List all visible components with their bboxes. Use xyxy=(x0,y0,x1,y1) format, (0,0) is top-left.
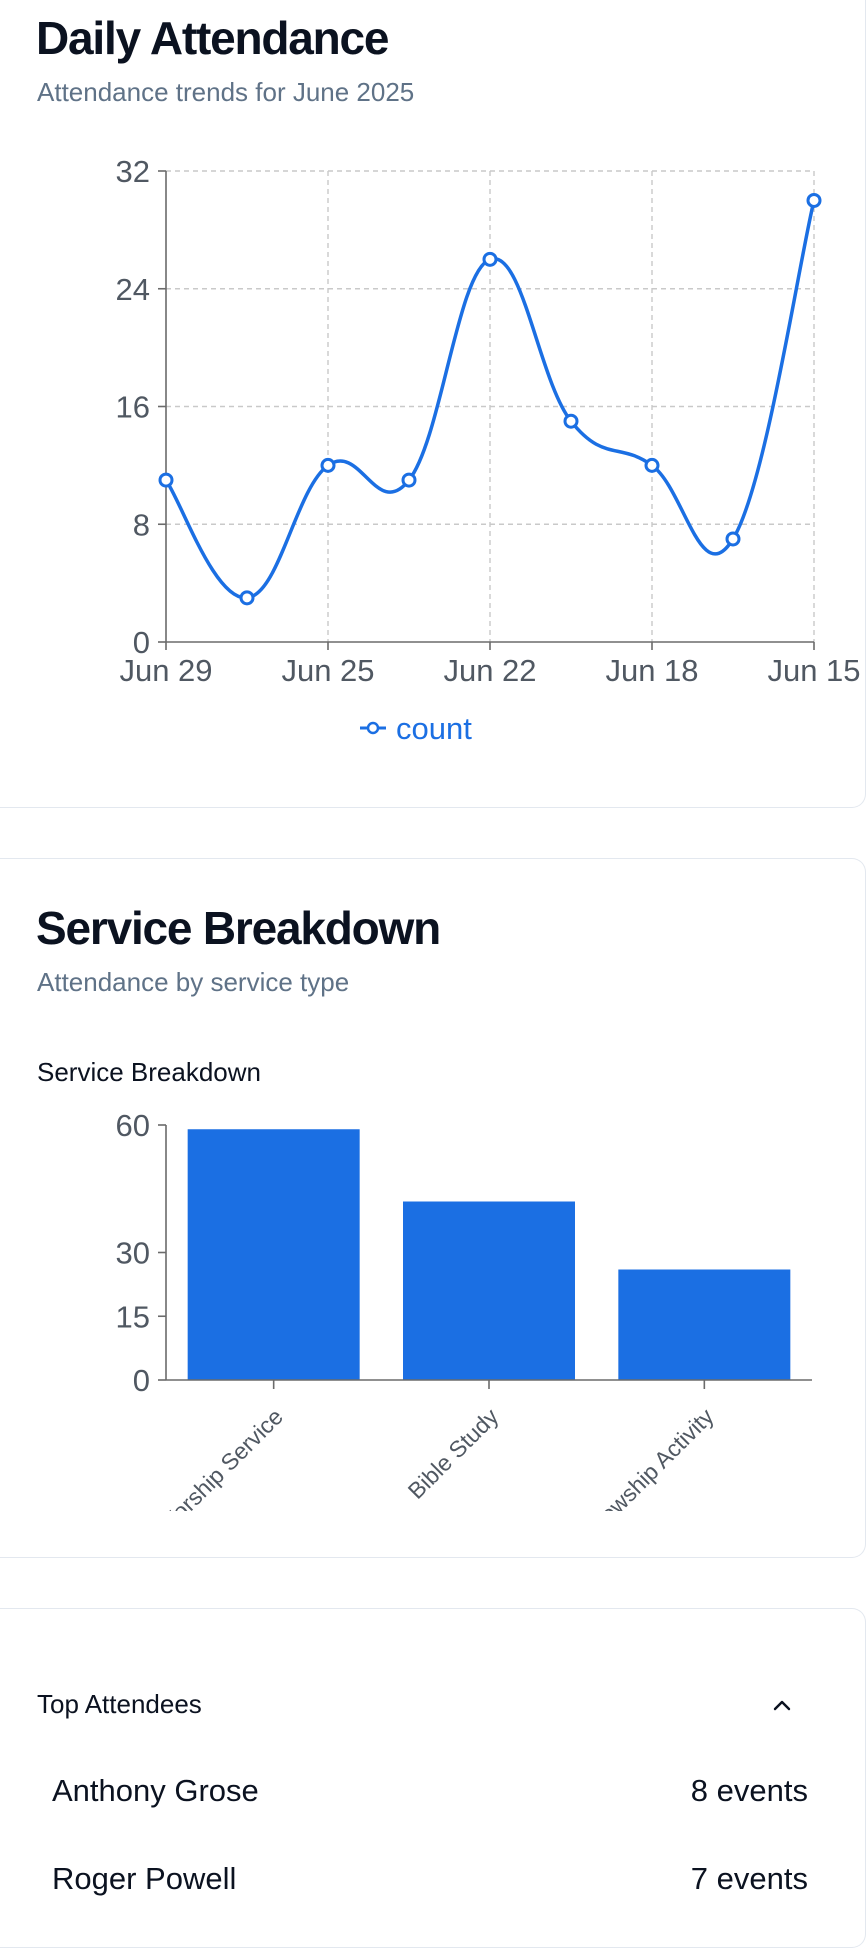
data-point xyxy=(725,531,741,547)
y-tick-label: 16 xyxy=(116,390,150,425)
data-point xyxy=(158,472,174,488)
top-attendees-title: Top Attendees xyxy=(37,1689,202,1719)
bar xyxy=(187,1129,360,1380)
data-point xyxy=(401,472,417,488)
attendee-row[interactable]: Roger Powell 7 events xyxy=(52,1849,808,1909)
legend-label-count: count xyxy=(396,711,472,746)
data-point xyxy=(644,457,660,473)
data-point xyxy=(239,590,255,606)
legend-marker-icon xyxy=(366,721,380,735)
line-chart-grid xyxy=(166,170,815,642)
y-tick-label: 32 xyxy=(116,154,150,189)
y-tick-label: 30 xyxy=(116,1236,150,1271)
daily-attendance-card: Daily Attendance Attendance trends for J… xyxy=(0,0,866,808)
attendee-name: Anthony Grose xyxy=(52,1773,259,1808)
x-tick-label: Jun 25 xyxy=(281,653,374,688)
bar xyxy=(618,1269,791,1380)
y-tick-label: 0 xyxy=(133,1363,150,1398)
y-tick-label: 15 xyxy=(116,1299,150,1334)
data-point xyxy=(806,192,822,208)
y-tick-label: 24 xyxy=(116,272,150,307)
attendee-row[interactable]: Anthony Grose 8 events xyxy=(52,1761,808,1821)
x-tick-label: Jun 22 xyxy=(443,653,536,688)
top-attendees-toggle[interactable]: Top Attendees xyxy=(0,1681,865,1731)
data-point xyxy=(482,251,498,267)
attendee-count: 8 events xyxy=(690,1773,808,1808)
top-attendees-card: Top Attendees Anthony Grose 8 events Rog… xyxy=(0,1608,866,1948)
x-tick-label: Jun 18 xyxy=(605,653,698,688)
x-tick-label: Bible Study xyxy=(403,1403,504,1504)
x-tick-labels: Worship Service Bible Study Fellowship Act… xyxy=(152,1403,720,1554)
data-point xyxy=(320,457,336,473)
data-point xyxy=(563,413,579,429)
attendee-name: Roger Powell xyxy=(52,1861,237,1896)
attendee-count: 7 events xyxy=(690,1861,808,1896)
y-tick-label: 8 xyxy=(133,507,150,542)
x-tick-label: Jun 15 xyxy=(767,653,860,688)
y-tick-label: 60 xyxy=(116,1108,150,1143)
x-tick-label: Jun 29 xyxy=(119,653,212,688)
daily-attendance-line-chart: 08162432Jun 29 Jun 25 Jun 22 Jun 18 Jun 15co… xyxy=(116,154,861,746)
bar xyxy=(403,1201,575,1380)
service-breakdown-card: Service Breakdown Attendance by service … xyxy=(0,858,866,1558)
x-tick-label: Worship Service xyxy=(152,1403,288,1539)
service-breakdown-bar-chart: 0 15 30 60 Worship Service Bible Study Fellows… xyxy=(116,1108,812,1554)
x-tick-label: Fellowship Activity xyxy=(568,1403,719,1554)
chart-legend: count xyxy=(360,711,472,746)
chevron-up-icon[interactable] xyxy=(770,1693,794,1717)
